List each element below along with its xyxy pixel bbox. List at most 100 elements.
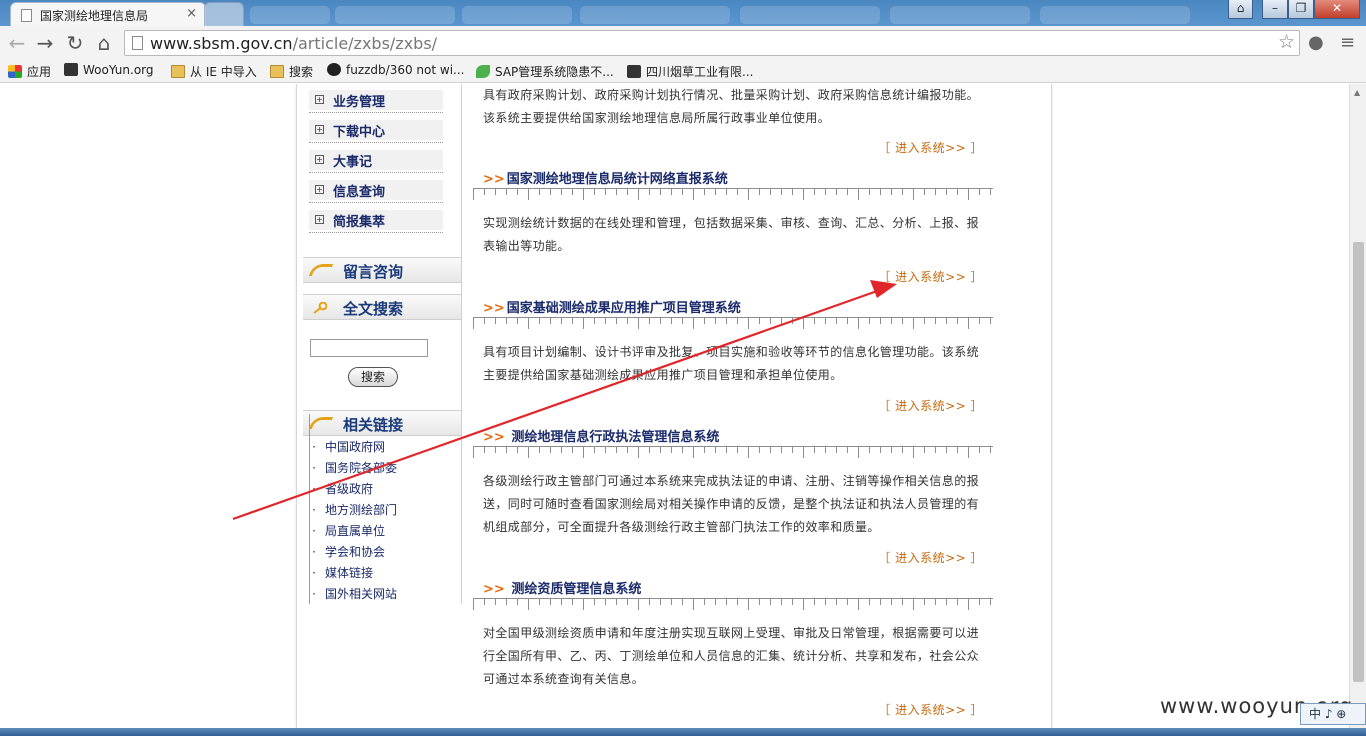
home-icon[interactable]: ⌂ (91, 30, 117, 56)
background-tab[interactable] (580, 6, 730, 24)
bullet-icon: · (312, 503, 316, 517)
search-input[interactable] (310, 339, 428, 357)
maximize-button[interactable]: ❐ (1288, 0, 1314, 19)
ime-toolbar[interactable]: 中 ♪ ⊕ (1300, 703, 1366, 725)
scrollbar-thumb[interactable] (1353, 242, 1364, 682)
os-taskbar (0, 728, 1366, 736)
ruler-divider (473, 188, 993, 200)
user-button[interactable]: ⌂ (1228, 0, 1253, 19)
link-label: 省级政府 (325, 482, 374, 496)
related-link[interactable]: · 国务院各部委 (303, 459, 397, 476)
background-tab[interactable] (740, 6, 880, 24)
bookmark-sichuan[interactable]: 四川烟草工业有限... (627, 63, 753, 80)
bookmark-fuzzdb[interactable]: fuzzdb/360 not wi... (327, 63, 464, 77)
search-section-header: 全文搜索 (303, 294, 461, 320)
section-title: 留言咨询 (343, 263, 404, 281)
bookmark-label: 四川烟草工业有限... (646, 65, 754, 79)
system-title[interactable]: >> 测绘资质管理信息系统 (483, 578, 641, 597)
menu-label: 下载中心 (333, 125, 386, 140)
system-description: 具有政府采购计划、政府采购计划执行情况、批量采购计划、政府采购信息统计编报功能。… (483, 88, 980, 125)
link-label: 学会和协会 (325, 545, 386, 559)
bookmark-ie-import[interactable]: 从 IE 中导入 (171, 63, 257, 80)
enter-system-link[interactable]: ［ 进入系统>> ］ (878, 268, 983, 285)
expand-icon: + (315, 155, 324, 164)
url-text: www.sbsm.gov.cn/article/zxbs/zxbs/ (150, 34, 437, 53)
menu-label: 信息查询 (333, 185, 386, 200)
system-description: 具有项目计划编制、设计书评审及批复、项目实施和验收等环节的信息化管理功能。该系统… (483, 345, 980, 382)
related-link[interactable]: · 省级政府 (303, 480, 373, 497)
background-tab[interactable] (890, 6, 1030, 24)
bullet-icon: · (312, 440, 316, 454)
system-title[interactable]: >> 测绘地理信息行政执法管理信息系统 (483, 426, 719, 445)
related-link[interactable]: · 媒体链接 (303, 564, 373, 581)
active-tab[interactable]: 国家测绘地理信息局 × (10, 2, 206, 26)
divider (309, 232, 443, 233)
minimize-button[interactable]: – (1262, 0, 1288, 19)
page-icon (132, 36, 143, 50)
divider (309, 112, 443, 113)
background-tab[interactable] (250, 6, 330, 24)
bookmark-label: 搜索 (289, 65, 314, 79)
divider (309, 172, 443, 173)
message-section-header[interactable]: 留言咨询 (303, 257, 461, 283)
new-tab-button[interactable] (204, 2, 244, 26)
main-content: 具有政府采购计划、政府采购计划执行情况、批量采购计划、政府采购信息统计编报功能。… (473, 84, 993, 728)
bookmark-wooyun[interactable]: WooYun.org (64, 63, 154, 77)
cookie-icon[interactable]: ● (1308, 32, 1324, 53)
bookmark-sap[interactable]: SAP管理系统隐患不... (476, 63, 614, 80)
back-icon[interactable]: ← (4, 30, 30, 56)
browser-titlebar: 国家测绘地理信息局 × ⌂ – ❐ ✕ (0, 0, 1366, 26)
reload-icon[interactable]: ↻ (62, 30, 88, 56)
arrow-icon (308, 264, 334, 276)
bookmark-search[interactable]: 搜索 (270, 63, 313, 80)
system-title-text: 国家测绘地理信息局统计网络直报系统 (506, 172, 728, 187)
links-section-header: 相关链接 (303, 410, 461, 436)
folder-icon (171, 65, 185, 78)
chevron-right-icon: >> (483, 301, 505, 316)
related-link[interactable]: · 国外相关网站 (303, 585, 397, 602)
menu-item-events[interactable]: + 大事记 (303, 149, 443, 173)
search-button[interactable]: 搜索 (348, 367, 398, 387)
enter-system-link[interactable]: ［ 进入系统>> ］ (878, 701, 983, 718)
tab-close-button[interactable]: × (186, 6, 197, 21)
link-label: 中国政府网 (325, 440, 386, 454)
ruler-divider (473, 446, 993, 458)
link-label: 国外相关网站 (325, 587, 398, 601)
background-tab[interactable] (335, 6, 455, 24)
forward-icon[interactable]: → (32, 30, 58, 56)
system-title[interactable]: >> 国家基础测绘成果应用推广项目管理系统 (483, 297, 741, 316)
enter-system-link[interactable]: ［ 进入系统>> ］ (878, 549, 983, 566)
background-tab[interactable] (1040, 6, 1190, 24)
link-label: 媒体链接 (325, 566, 374, 580)
related-link[interactable]: · 学会和协会 (303, 543, 385, 560)
expand-icon: + (315, 185, 324, 194)
divider (309, 142, 443, 143)
scroll-up-icon[interactable]: ▲ (1354, 88, 1360, 97)
left-sidebar: + 业务管理 + 下载中心 + 大事记 + 信息查询 + 简报集萃 留言咨询 全… (303, 84, 461, 604)
vertical-scrollbar[interactable]: ▲ ▼ (1349, 84, 1366, 728)
close-window-button[interactable]: ✕ (1314, 0, 1360, 19)
system-title-text: 国家基础测绘成果应用推广项目管理系统 (506, 301, 741, 316)
menu-item-download[interactable]: + 下载中心 (303, 119, 443, 143)
system-description: 实现测绘统计数据的在线处理和管理，包括数据采集、审核、查询、汇总、分析、上报、报… (483, 216, 980, 253)
link-label: 局直属单位 (325, 524, 386, 538)
menu-item-query[interactable]: + 信息查询 (303, 179, 443, 203)
enter-system-link[interactable]: ［ 进入系统>> ］ (878, 397, 983, 414)
page-viewport: + 业务管理 + 下载中心 + 大事记 + 信息查询 + 简报集萃 留言咨询 全… (0, 84, 1349, 728)
page-container: + 业务管理 + 下载中心 + 大事记 + 信息查询 + 简报集萃 留言咨询 全… (296, 84, 1052, 728)
menu-item-business[interactable]: + 业务管理 (303, 89, 443, 113)
bookmark-apps[interactable]: 应用 (8, 63, 51, 80)
background-tab[interactable] (462, 6, 572, 24)
star-icon[interactable]: ☆ (1278, 31, 1295, 53)
menu-icon[interactable]: ≡ (1340, 32, 1355, 53)
bullet-icon: · (312, 524, 316, 538)
related-link[interactable]: · 局直属单位 (303, 522, 385, 539)
enter-system-link[interactable]: ［ 进入系统>> ］ (878, 139, 983, 156)
system-title[interactable]: >> 国家测绘地理信息局统计网络直报系统 (483, 168, 728, 187)
menu-item-briefs[interactable]: + 简报集萃 (303, 209, 443, 233)
related-link[interactable]: · 中国政府网 (303, 438, 385, 455)
related-link[interactable]: · 地方测绘部门 (303, 501, 397, 518)
bookmark-label: 从 IE 中导入 (190, 65, 257, 79)
address-bar[interactable]: www.sbsm.gov.cn/article/zxbs/zxbs/ ☆ (124, 30, 1300, 56)
divider (309, 202, 443, 203)
